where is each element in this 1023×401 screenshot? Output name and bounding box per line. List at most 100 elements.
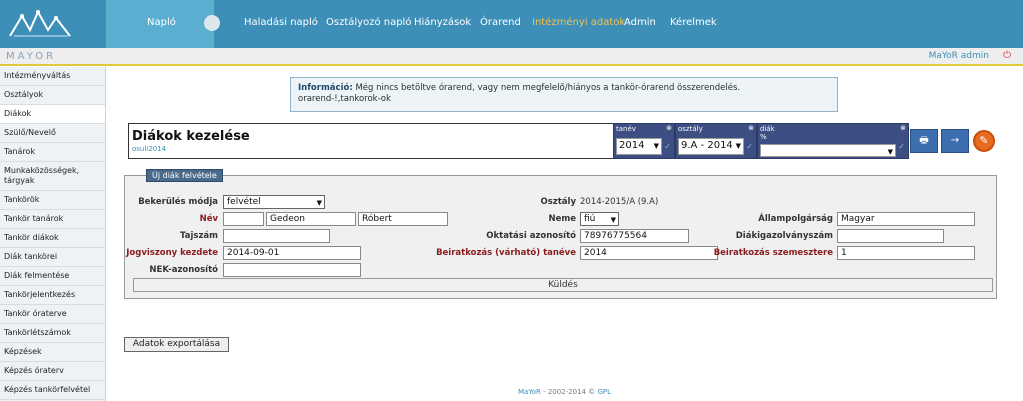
sidebar-menu: Intézményváltás Osztályok Diákok Szülő/N… [0,67,106,401]
nek-input[interactable] [223,263,361,277]
page-title: Diákok kezelése [132,129,250,144]
tanev-label: tanév [616,125,636,133]
osztaly-field-label: Osztály [540,197,577,207]
osztaly-value: 9.A - 2014 [681,140,733,151]
form-legend: Új diák felvétele [146,169,223,182]
beiratkozas-tanev-input[interactable]: 2014 [580,246,718,260]
tanev-selector-box: tanév ⊗ 2014 ▼ ✓ [613,123,675,159]
neme-value: fiú [584,214,596,224]
beiratkozas-tanev-label: Beiratkozás (várható) tanéve [436,248,576,258]
sidebar-item-munkakozossegek[interactable]: Munkaközösségek, tárgyak [0,162,105,191]
diakigazolvany-input[interactable] [837,229,944,243]
page-header-panel: Diákok kezelése osuli2014 [128,123,615,159]
footer: MaYoR - 2002-2014 © GPL [0,388,1023,396]
osztaly-select[interactable]: 9.A - 2014 ▼ [678,138,744,155]
nev-label: Név [199,214,218,224]
diak-label-text: diák [760,125,775,133]
nav-item-haladasi-naplo[interactable]: Haladási napló [244,17,318,28]
database-link[interactable]: osuli2014 [132,145,166,153]
close-icon[interactable]: ⊗ [900,124,906,132]
sidebar-item-diak-tankorei[interactable]: Diák tankörei [0,248,105,267]
allampolgarsag-input[interactable]: Magyar [837,212,975,226]
sidebar-item-tankor-diakok[interactable]: Tankör diákok [0,229,105,248]
logout-power-icon[interactable]: ⏻ [1003,50,1011,61]
allampolgarsag-label: Állampolgárság [758,214,833,224]
nav-item-label: Napló [147,17,176,28]
brand-text: MAYOR [6,51,57,62]
user-link[interactable]: MaYoR admin [929,51,989,61]
print-button[interactable]: 🖶 [910,129,938,153]
sidebar-item-tankorjelentkezes[interactable]: Tankörjelentkezés [0,286,105,305]
arrow-right-icon: → [950,135,960,146]
export-button[interactable]: Adatok exportálása [124,337,229,352]
nav-item-naplo[interactable]: Napló [106,0,220,48]
nav-toggle-knob[interactable] [204,15,220,31]
tanev-select[interactable]: 2014 ▼ [616,138,662,155]
sidebar-item-tanarok[interactable]: Tanárok [0,143,105,162]
check-icon[interactable]: ✓ [664,142,671,151]
sidebar-item-osztalyok[interactable]: Osztályok [0,86,105,105]
diak-select[interactable]: ▼ [760,144,896,157]
chevron-down-icon: ▼ [653,142,659,150]
help-badge-icon[interactable]: ✎ [973,130,995,152]
info-message: Információ: Még nincs betöltve órarend, … [290,77,838,112]
nav-item-osztalyozo-naplo[interactable]: Osztályozó napló [326,17,411,28]
info-label: Információ: [298,83,353,93]
tanev-value: 2014 [619,140,645,151]
nav-item-intezmenyi-adatok[interactable]: Intézményi adatok [532,17,625,28]
sidebar-item-kepzesek[interactable]: Képzések [0,343,105,362]
nav-item-kerelmek[interactable]: Kérelmek [670,17,717,28]
bekerules-label: Bekerülés módja [138,197,218,207]
neme-label: Neme [548,214,576,224]
nev-last-input[interactable]: Gedeon [266,212,356,226]
info-text: Még nincs betöltve órarend, vagy nem meg… [355,83,741,93]
sidebar-item-tankorletszamok[interactable]: Tankörlétszámok [0,324,105,343]
chevron-down-icon: ▼ [735,142,741,150]
print-icon: 🖶 [919,135,929,146]
jogviszony-input[interactable]: 2014-09-01 [223,246,361,260]
mayor-logo-icon[interactable] [8,6,74,42]
diak-label: diák% [760,125,775,141]
neme-select[interactable]: fiú ▼ [580,212,619,226]
sidebar-item-diakok[interactable]: Diákok [0,105,105,124]
beiratkozas-szem-label: Beiratkozás szemesztere [713,248,833,258]
bekerules-value: felvétel [227,197,261,207]
osztaly-selector-box: osztály ⊗ 9.A - 2014 ▼ ✓ [675,123,757,159]
check-icon[interactable]: ✓ [898,142,905,151]
chevron-down-icon: ▼ [887,148,893,156]
nav-item-hianyzasok[interactable]: Hiányzások [414,17,471,28]
send-button[interactable]: Küldés [133,278,993,292]
nav-item-orarend[interactable]: Órarend [480,17,521,28]
sidebar-item-tankor-oraterve[interactable]: Tankör óraterve [0,305,105,324]
footer-mayor-link[interactable]: MaYoR [518,388,541,396]
nav-item-admin[interactable]: Admin [624,17,656,28]
footer-gpl-link[interactable]: GPL [597,388,611,396]
jogviszony-label: Jogviszony kezdete [126,248,218,258]
sidebar-item-szulo-nevelo[interactable]: Szülő/Nevelő [0,124,105,143]
sidebar-item-intezmenyvaltas[interactable]: Intézményváltás [0,67,105,86]
bekerules-select[interactable]: felvétel ▼ [223,195,325,209]
oktatasi-label: Oktatási azonosító [486,231,576,241]
osztaly-field-value: 2014-2015/A (9.A) [580,197,659,207]
nek-label: NEK-azonosító [149,265,218,275]
check-icon[interactable]: ✓ [746,142,753,151]
top-navigation-bar: Napló Haladási napló Osztályozó napló Hi… [0,0,1023,48]
sub-header-bar: MAYOR MaYoR admin ⏻ [0,48,1023,66]
footer-text: - 2002-2014 © [540,388,598,396]
oktatasi-input[interactable]: 78976775564 [580,229,689,243]
sidebar-item-diak-felmentese[interactable]: Diák felmentése [0,267,105,286]
close-icon[interactable]: ⊗ [666,124,672,132]
close-icon[interactable]: ⊗ [748,124,754,132]
next-button[interactable]: → [941,129,969,153]
sidebar-item-tankor-tanarok[interactable]: Tankör tanárok [0,210,105,229]
chevron-down-icon: ▼ [316,199,322,207]
sidebar-item-kepzes-oraterv[interactable]: Képzés óraterv [0,362,105,381]
tajszam-input[interactable] [223,229,330,243]
nev-prefix-input[interactable] [223,212,264,226]
beiratkozas-szem-input[interactable]: 1 [837,246,975,260]
tajszam-label: Tajszám [180,231,218,241]
sidebar-item-tankorok[interactable]: Tankörök [0,191,105,210]
diak-sub: % [760,133,767,141]
diakigazolvany-label: Diákigazolványszám [735,231,833,241]
nev-first-input[interactable]: Róbert [358,212,448,226]
